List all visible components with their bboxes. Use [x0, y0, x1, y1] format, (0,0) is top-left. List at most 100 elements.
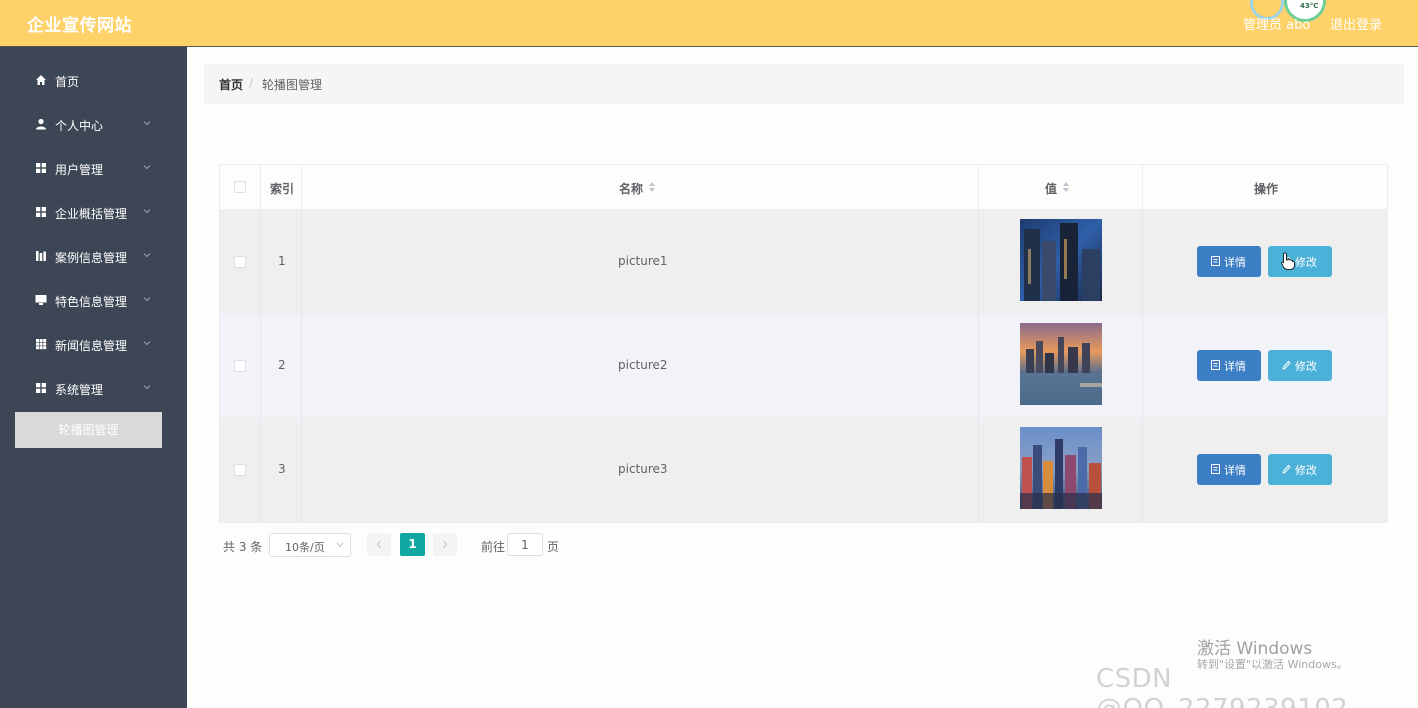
row-checkbox[interactable] — [234, 464, 246, 476]
carousel-thumbnail-image — [1020, 219, 1102, 301]
row-index: 2 — [278, 358, 286, 372]
carousel-table: 索引 名称 值 操作 1 picture1 详情 修改 2 picture2 详… — [219, 164, 1388, 523]
edit-button[interactable]: 修改 — [1268, 246, 1332, 277]
row-name: picture3 — [618, 462, 668, 476]
chevron-down-icon — [336, 542, 344, 548]
row-index: 1 — [278, 254, 286, 268]
name-cell: picture1 — [302, 210, 979, 314]
index-cell: 2 — [261, 314, 302, 418]
header-name[interactable]: 名称 — [302, 165, 979, 210]
home-icon — [36, 75, 46, 85]
index-cell: 3 — [261, 418, 302, 522]
header-actions: 操作 — [1143, 165, 1387, 210]
table-row: 3 picture3 详情 修改 — [220, 418, 1387, 522]
value-cell — [979, 210, 1143, 314]
chevron-down-icon — [143, 253, 151, 258]
edit-button[interactable]: 修改 — [1268, 350, 1332, 381]
detail-button-label: 详情 — [1224, 256, 1246, 269]
carousel-thumbnail-image — [1020, 323, 1102, 405]
column-header-index: 索引 — [270, 182, 295, 196]
select-cell — [220, 210, 261, 314]
sidebar-item-home[interactable]: 首页 — [0, 59, 187, 103]
table-icon — [36, 339, 47, 350]
temperature-readout: 43°C — [1300, 2, 1319, 10]
page-size-value: 10条/页 — [285, 541, 325, 554]
pagination: 共 3 条 10条/页 1 前往 页 — [219, 533, 719, 557]
sidebar-item-news[interactable]: 新闻信息管理 — [0, 323, 187, 367]
header-index: 索引 — [261, 165, 302, 210]
document-icon — [1211, 464, 1220, 474]
edit-button-label: 修改 — [1295, 256, 1317, 269]
edit-button-label: 修改 — [1295, 360, 1317, 373]
grid-icon — [36, 207, 46, 217]
sidebar-item-label: 新闻信息管理 — [55, 339, 128, 353]
chevron-down-icon — [143, 297, 151, 302]
detail-button[interactable]: 详情 — [1197, 454, 1261, 485]
sidebar-item-label: 系统管理 — [55, 383, 104, 397]
detail-button[interactable]: 详情 — [1197, 246, 1261, 277]
value-cell — [979, 418, 1143, 522]
name-cell: picture3 — [302, 418, 979, 522]
document-icon — [1211, 256, 1220, 266]
select-all-checkbox[interactable] — [234, 181, 246, 193]
next-page-button[interactable] — [433, 533, 457, 556]
actions-cell: 详情 修改 — [1143, 210, 1387, 314]
row-checkbox[interactable] — [234, 360, 246, 372]
sidebar-item-cases[interactable]: 案例信息管理 — [0, 235, 187, 279]
prev-page-button[interactable] — [367, 533, 391, 556]
sidebar: 首页 个人中心 用户管理 企业概括管理 案例信息管理 特色信息管理 新闻信息管理… — [0, 47, 187, 708]
column-header-actions: 操作 — [1254, 182, 1279, 196]
column-header-value: 值 — [1045, 182, 1058, 196]
sidebar-subitem-carousel[interactable]: 轮播图管理 — [15, 412, 162, 448]
logout-link[interactable]: 退出登录 — [1330, 14, 1382, 33]
sidebar-item-system[interactable]: 系统管理 — [0, 367, 187, 411]
sidebar-item-company-overview[interactable]: 企业概括管理 — [0, 191, 187, 235]
row-checkbox[interactable] — [234, 256, 246, 268]
index-cell: 1 — [261, 210, 302, 314]
chevron-down-icon — [143, 121, 151, 126]
pencil-icon — [1282, 464, 1291, 474]
header-value[interactable]: 值 — [979, 165, 1143, 210]
user-icon — [36, 118, 46, 130]
sidebar-item-profile[interactable]: 个人中心 — [0, 103, 187, 147]
csdn-watermark: CSDN @QQ_2279239102 — [1096, 664, 1348, 708]
sort-icon[interactable] — [1063, 182, 1069, 192]
page-number-current[interactable]: 1 — [400, 533, 425, 556]
sidebar-item-features[interactable]: 特色信息管理 — [0, 279, 187, 323]
sidebar-item-users[interactable]: 用户管理 — [0, 147, 187, 191]
sort-icon[interactable] — [649, 182, 655, 192]
grid-icon — [36, 383, 46, 393]
top-header: 企业宣传网站 43°C 管理员 abo 退出登录 — [0, 0, 1418, 47]
goto-page-input[interactable] — [507, 533, 543, 556]
select-cell — [220, 418, 261, 522]
edit-button[interactable]: 修改 — [1268, 454, 1332, 485]
chevron-down-icon — [143, 165, 151, 170]
chevron-down-icon — [143, 341, 151, 346]
chevron-down-icon — [143, 385, 151, 390]
row-index: 3 — [278, 462, 286, 476]
detail-button-label: 详情 — [1224, 464, 1246, 477]
chevron-right-icon — [443, 540, 448, 549]
table-row: 1 picture1 详情 修改 — [220, 210, 1387, 314]
sidebar-item-label: 企业概括管理 — [55, 207, 128, 221]
breadcrumb-home[interactable]: 首页 — [219, 76, 243, 93]
monitor-icon — [35, 295, 47, 305]
page-size-select[interactable]: 10条/页 — [269, 533, 351, 557]
table-row: 2 picture2 详情 修改 — [220, 314, 1387, 418]
edit-button-label: 修改 — [1295, 464, 1317, 477]
breadcrumb-separator: / — [249, 76, 254, 90]
detail-button[interactable]: 详情 — [1197, 350, 1261, 381]
chevron-down-icon — [143, 209, 151, 214]
pagination-total: 共 3 条 — [223, 540, 263, 554]
sidebar-item-label: 个人中心 — [55, 119, 104, 133]
bar-chart-icon — [36, 251, 46, 261]
grid-icon — [36, 163, 46, 173]
site-title: 企业宣传网站 — [27, 16, 132, 36]
column-header-name: 名称 — [619, 182, 644, 196]
value-cell — [979, 314, 1143, 418]
hand-cursor-icon — [1281, 252, 1295, 270]
sidebar-item-label: 首页 — [55, 75, 80, 89]
sidebar-item-label: 案例信息管理 — [55, 251, 128, 265]
sidebar-item-label: 特色信息管理 — [55, 295, 128, 309]
goto-label: 前往 — [481, 540, 506, 554]
